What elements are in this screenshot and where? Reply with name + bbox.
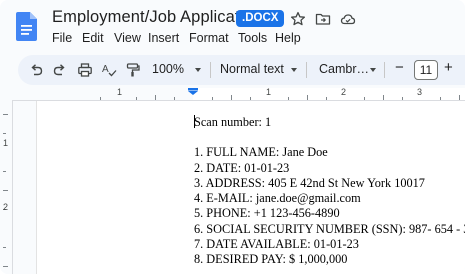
font-size-input[interactable]: 11	[414, 60, 438, 80]
ruler-tick	[136, 97, 137, 100]
ruler-number: 1	[3, 138, 9, 148]
star-icon[interactable]	[290, 11, 306, 27]
document-title[interactable]: Employment/Job Application	[52, 8, 262, 27]
ruler-tick	[3, 171, 6, 172]
menu-file[interactable]: File	[52, 31, 72, 45]
ruler-tick	[326, 97, 327, 100]
vertical-ruler[interactable]: 1 2	[0, 100, 13, 274]
ruler-tick	[307, 95, 308, 100]
decrease-font-size-button[interactable]: −	[395, 59, 404, 76]
ruler-tick	[212, 97, 213, 100]
document-page[interactable]: Scan number: 1 1. FULL NAME: Jane Doe 2.…	[36, 101, 465, 274]
ruler-tick	[440, 97, 441, 100]
scan-number-line[interactable]: Scan number: 1	[194, 115, 465, 130]
scan-number-text: Scan number: 1	[194, 115, 272, 129]
spellcheck-icon[interactable]: A	[101, 62, 117, 78]
menu-view[interactable]: View	[114, 31, 141, 45]
ruler-tick	[3, 190, 8, 191]
file-format-badge: .DOCX	[236, 10, 285, 27]
ruler-number: 3	[417, 87, 423, 97]
menu-help[interactable]: Help	[275, 31, 301, 45]
docs-logo-icon[interactable]	[16, 12, 37, 41]
field-full-name[interactable]: 1. FULL NAME: Jane Doe	[194, 145, 465, 160]
field-desired-pay[interactable]: 8. DESIRED PAY: $ 1,000,000	[194, 252, 465, 267]
ruler-tick	[231, 95, 232, 100]
ruler-number: 2	[3, 202, 9, 212]
font-dropdown-icon	[370, 68, 376, 72]
document-body[interactable]: Scan number: 1 1. FULL NAME: Jane Doe 2.…	[194, 115, 465, 268]
toolbar-divider	[306, 62, 307, 78]
ruler-number: 1	[117, 87, 123, 97]
ruler-tick	[155, 95, 156, 100]
field-ssn[interactable]: 6. SOCIAL SECURITY NUMBER (SSN): 987- 65…	[194, 222, 465, 237]
toolbar: A 100% Normal text Cambr… − 11 +	[18, 55, 465, 85]
horizontal-ruler[interactable]: 1 1 2 3	[0, 87, 465, 101]
undo-icon[interactable]	[28, 62, 44, 78]
ruler-tick	[364, 97, 365, 100]
move-to-folder-icon[interactable]	[315, 11, 331, 27]
field-date[interactable]: 2. DATE: 01-01-23	[194, 161, 465, 176]
menu-format[interactable]: Format	[189, 31, 229, 45]
ruler-number: 1	[266, 87, 272, 97]
font-family-select[interactable]: Cambr…	[319, 62, 369, 76]
menu-insert[interactable]: Insert	[148, 31, 179, 45]
svg-text:A: A	[102, 64, 109, 75]
cloud-status-icon[interactable]	[340, 11, 356, 27]
menu-edit[interactable]: Edit	[82, 31, 104, 45]
style-dropdown-icon	[291, 68, 297, 72]
print-icon[interactable]	[77, 62, 93, 78]
zoom-select[interactable]: 100%	[152, 62, 184, 76]
field-phone[interactable]: 5. PHONE: +1 123-456-4890	[194, 206, 465, 221]
ruler-tick	[3, 266, 8, 267]
ruler-tick	[3, 247, 6, 248]
zoom-dropdown-icon	[195, 68, 201, 72]
ruler-tick	[402, 97, 403, 100]
ruler-tick	[100, 97, 101, 100]
ruler-tick	[250, 97, 251, 100]
paint-format-icon[interactable]	[125, 62, 141, 78]
ruler-tick	[288, 97, 289, 100]
redo-icon[interactable]	[52, 62, 68, 78]
indent-marker-icon[interactable]	[188, 88, 198, 95]
ruler-tick	[3, 114, 8, 115]
ruler-tick	[383, 95, 384, 100]
ruler-tick	[459, 95, 460, 100]
ruler-tick	[174, 97, 175, 100]
title-bar: Employment/Job Application .DOCX File Ed…	[0, 0, 465, 50]
field-email[interactable]: 4. E-MAIL: jane.doe@gmail.com	[194, 191, 465, 206]
docs-window: Employment/Job Application .DOCX File Ed…	[0, 0, 465, 274]
ruler-content-area	[193, 88, 465, 100]
toolbar-divider	[384, 62, 385, 78]
field-address[interactable]: 3. ADDRESS: 405 E 42nd St New York 10017	[194, 176, 465, 191]
menu-tools[interactable]: Tools	[238, 31, 267, 45]
increase-font-size-button[interactable]: +	[444, 59, 453, 76]
toolbar-divider	[210, 62, 211, 78]
ruler-number: 2	[341, 87, 347, 97]
ruler-tick	[3, 133, 6, 134]
paragraph-style-select[interactable]: Normal text	[220, 62, 284, 76]
field-date-available[interactable]: 7. DATE AVAILABLE: 01-01-23	[194, 237, 465, 252]
